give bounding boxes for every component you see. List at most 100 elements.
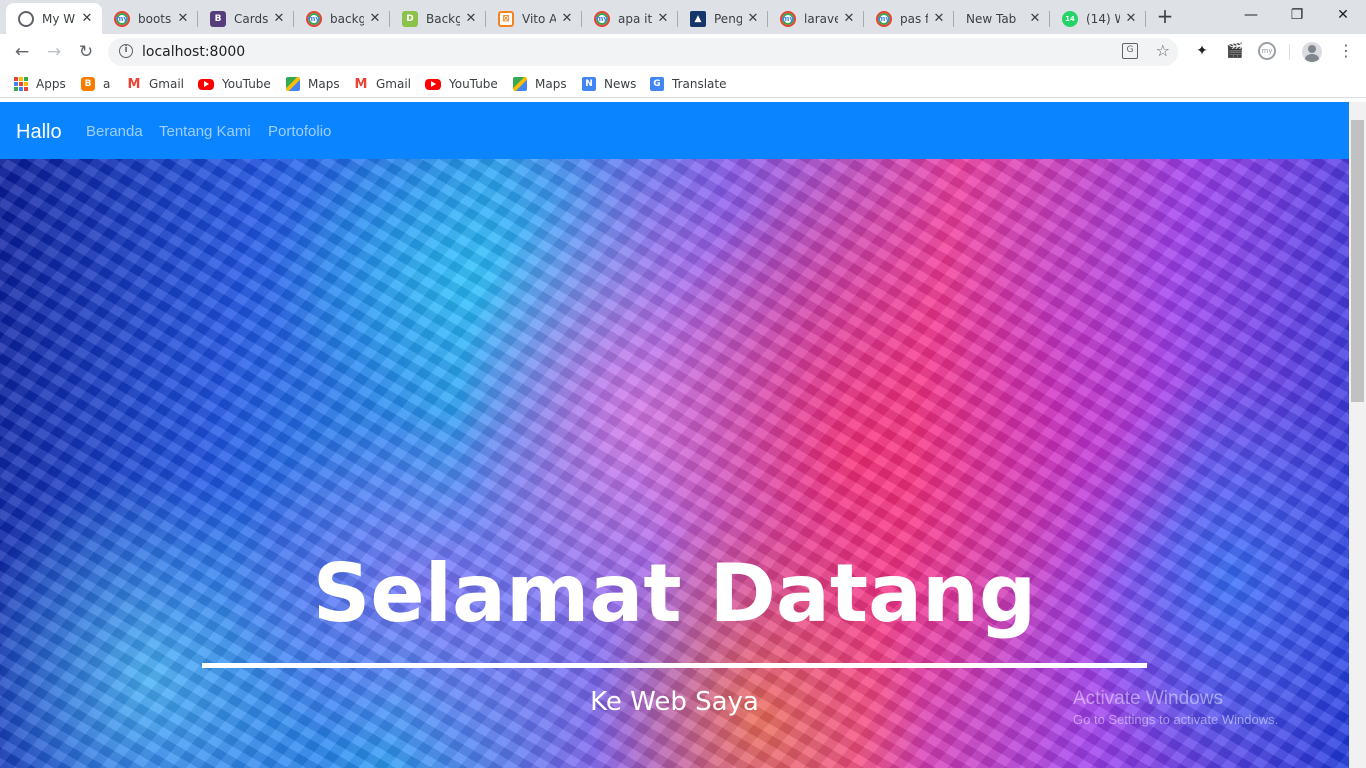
tab-title: boots xyxy=(138,11,172,26)
bg-icon: D xyxy=(402,10,418,27)
tab-whatsapp[interactable]: 14 (14) W ✕ xyxy=(1050,3,1146,34)
close-tab-icon[interactable]: ✕ xyxy=(464,11,478,26)
tab-title: apa it xyxy=(618,11,652,26)
close-tab-icon[interactable]: ✕ xyxy=(272,11,286,26)
hero-banner: Selamat Datang Ke Web Saya xyxy=(0,159,1349,768)
my-icon: my xyxy=(594,10,610,27)
menu-kebab-icon[interactable]: ⋮ xyxy=(1338,41,1354,60)
bookmark-label: YouTube xyxy=(449,77,498,91)
bookmark-label: Maps xyxy=(308,77,340,91)
url-text[interactable]: localhost:8000 xyxy=(142,44,245,60)
nav-link-portofolio[interactable]: Portofolio xyxy=(268,123,331,140)
minimize-button[interactable]: — xyxy=(1228,0,1274,30)
close-tab-icon[interactable]: ✕ xyxy=(368,11,382,26)
navbar-brand[interactable]: Hallo xyxy=(16,121,62,144)
bookmark-blogger[interactable]: B a xyxy=(81,76,110,92)
translate-icon: G xyxy=(650,77,664,91)
browser-toolbar: ← → ↻ i localhost:8000 G ☆ ✦ 🎬 my ⋮ xyxy=(0,34,1366,70)
close-tab-icon[interactable]: ✕ xyxy=(1124,11,1138,26)
blogger-icon: B xyxy=(81,77,95,91)
tab-title: New Tab xyxy=(966,11,1017,26)
bookmark-maps-2[interactable]: Maps xyxy=(513,76,567,92)
bookmark-label: Gmail xyxy=(376,77,412,91)
bookmark-gmail-2[interactable]: M Gmail xyxy=(354,76,411,92)
reload-icon[interactable]: ↻ xyxy=(74,40,98,64)
bookmark-apps[interactable]: Apps xyxy=(14,76,66,92)
close-tab-icon[interactable]: ✕ xyxy=(842,11,856,26)
close-tab-icon[interactable]: ✕ xyxy=(746,11,760,26)
maps-icon xyxy=(513,77,527,91)
site-navbar: Hallo Beranda Tentang Kami Portofolio xyxy=(0,102,1349,159)
bookmarks-bar: Apps B a M Gmail YouTube Maps M Gmail Yo… xyxy=(0,70,1366,98)
tab-cards[interactable]: B Cards ✕ xyxy=(198,3,294,34)
tab-title: My W xyxy=(42,11,76,26)
bootstrap-icon: B xyxy=(210,10,226,27)
tab-pengertian[interactable]: ▲ Peng ✕ xyxy=(678,3,768,34)
page-scrollbar[interactable] xyxy=(1349,102,1366,768)
clapperboard-icon[interactable]: 🎬 xyxy=(1226,42,1244,60)
address-bar[interactable]: i localhost:8000 G ☆ xyxy=(108,38,1178,66)
translate-page-icon[interactable]: G xyxy=(1122,43,1138,59)
close-tab-icon[interactable]: ✕ xyxy=(560,11,574,26)
bookmark-label: Translate xyxy=(672,77,727,91)
extension-puzzle-icon[interactable]: ✦ xyxy=(1193,42,1211,60)
tab-background[interactable]: my backg ✕ xyxy=(294,3,390,34)
maximize-button[interactable]: ❐ xyxy=(1274,0,1320,30)
bookmark-label: Maps xyxy=(535,77,567,91)
pen-icon: ▲ xyxy=(690,10,706,27)
tab-title: larave xyxy=(804,11,838,26)
activate-windows-watermark: Activate Windows Go to Settings to activ… xyxy=(1073,688,1278,727)
youtube-icon xyxy=(425,78,441,90)
bookmark-label: YouTube xyxy=(222,77,271,91)
close-tab-icon[interactable]: ✕ xyxy=(176,11,190,26)
new-tab-button[interactable]: + xyxy=(1151,5,1179,29)
nav-link-beranda[interactable]: Beranda xyxy=(86,123,143,140)
tab-title: pas fo xyxy=(900,11,928,26)
close-tab-icon[interactable]: ✕ xyxy=(80,11,94,26)
bookmark-label: Gmail xyxy=(149,77,185,91)
bookmark-label: Apps xyxy=(36,77,66,91)
close-tab-icon[interactable]: ✕ xyxy=(656,11,670,26)
bookmark-label: a xyxy=(103,77,111,91)
tab-bootstrap[interactable]: my boots ✕ xyxy=(102,3,198,34)
info-icon[interactable]: i xyxy=(119,44,133,58)
tab-my-web[interactable]: My W ✕ xyxy=(6,3,102,34)
close-tab-icon[interactable]: ✕ xyxy=(932,11,946,26)
scrollbar-thumb[interactable] xyxy=(1351,120,1364,402)
bookmark-star-icon[interactable]: ☆ xyxy=(1156,41,1170,60)
forward-icon[interactable]: → xyxy=(42,40,66,64)
toolbar-divider xyxy=(1289,44,1290,60)
my-icon: my xyxy=(306,10,322,27)
vito-icon: ⊠ xyxy=(498,10,514,27)
hero-divider xyxy=(202,663,1147,668)
tab-title: Vito A xyxy=(522,11,556,26)
tab-laravel[interactable]: my larave ✕ xyxy=(768,3,864,34)
activate-windows-hint: Go to Settings to activate Windows. xyxy=(1073,712,1279,727)
page-viewport: Hallo Beranda Tentang Kami Portofolio Se… xyxy=(0,102,1349,768)
bookmark-translate[interactable]: G Translate xyxy=(650,76,727,92)
nav-link-tentang-kami[interactable]: Tentang Kami xyxy=(159,123,251,140)
bookmark-maps[interactable]: Maps xyxy=(286,76,340,92)
my-extension-icon[interactable]: my xyxy=(1258,42,1276,60)
bookmark-news[interactable]: N News xyxy=(582,76,636,92)
tab-title: Peng xyxy=(714,11,742,26)
news-icon: N xyxy=(582,77,596,91)
bookmark-label: News xyxy=(604,77,637,91)
close-window-button[interactable]: ✕ xyxy=(1320,0,1366,30)
tab-background-2[interactable]: D Backg ✕ xyxy=(390,3,486,34)
close-tab-icon[interactable]: ✕ xyxy=(1028,11,1042,26)
bookmark-gmail[interactable]: M Gmail xyxy=(127,76,184,92)
tab-pas-foto[interactable]: my pas fo ✕ xyxy=(864,3,954,34)
bookmark-youtube[interactable]: YouTube xyxy=(198,76,271,92)
tab-title: Cards xyxy=(234,11,268,26)
whatsapp-icon: 14 xyxy=(1062,10,1078,27)
tab-new-tab[interactable]: New Tab ✕ xyxy=(954,3,1050,34)
profile-avatar[interactable] xyxy=(1302,42,1322,62)
bookmark-youtube-2[interactable]: YouTube xyxy=(425,76,498,92)
back-icon[interactable]: ← xyxy=(10,40,34,64)
tab-vito[interactable]: ⊠ Vito A ✕ xyxy=(486,3,582,34)
globe-icon xyxy=(18,10,34,27)
activate-windows-title: Activate Windows xyxy=(1073,688,1223,709)
tab-apa-itu[interactable]: my apa it ✕ xyxy=(582,3,678,34)
my-icon: my xyxy=(114,10,130,27)
